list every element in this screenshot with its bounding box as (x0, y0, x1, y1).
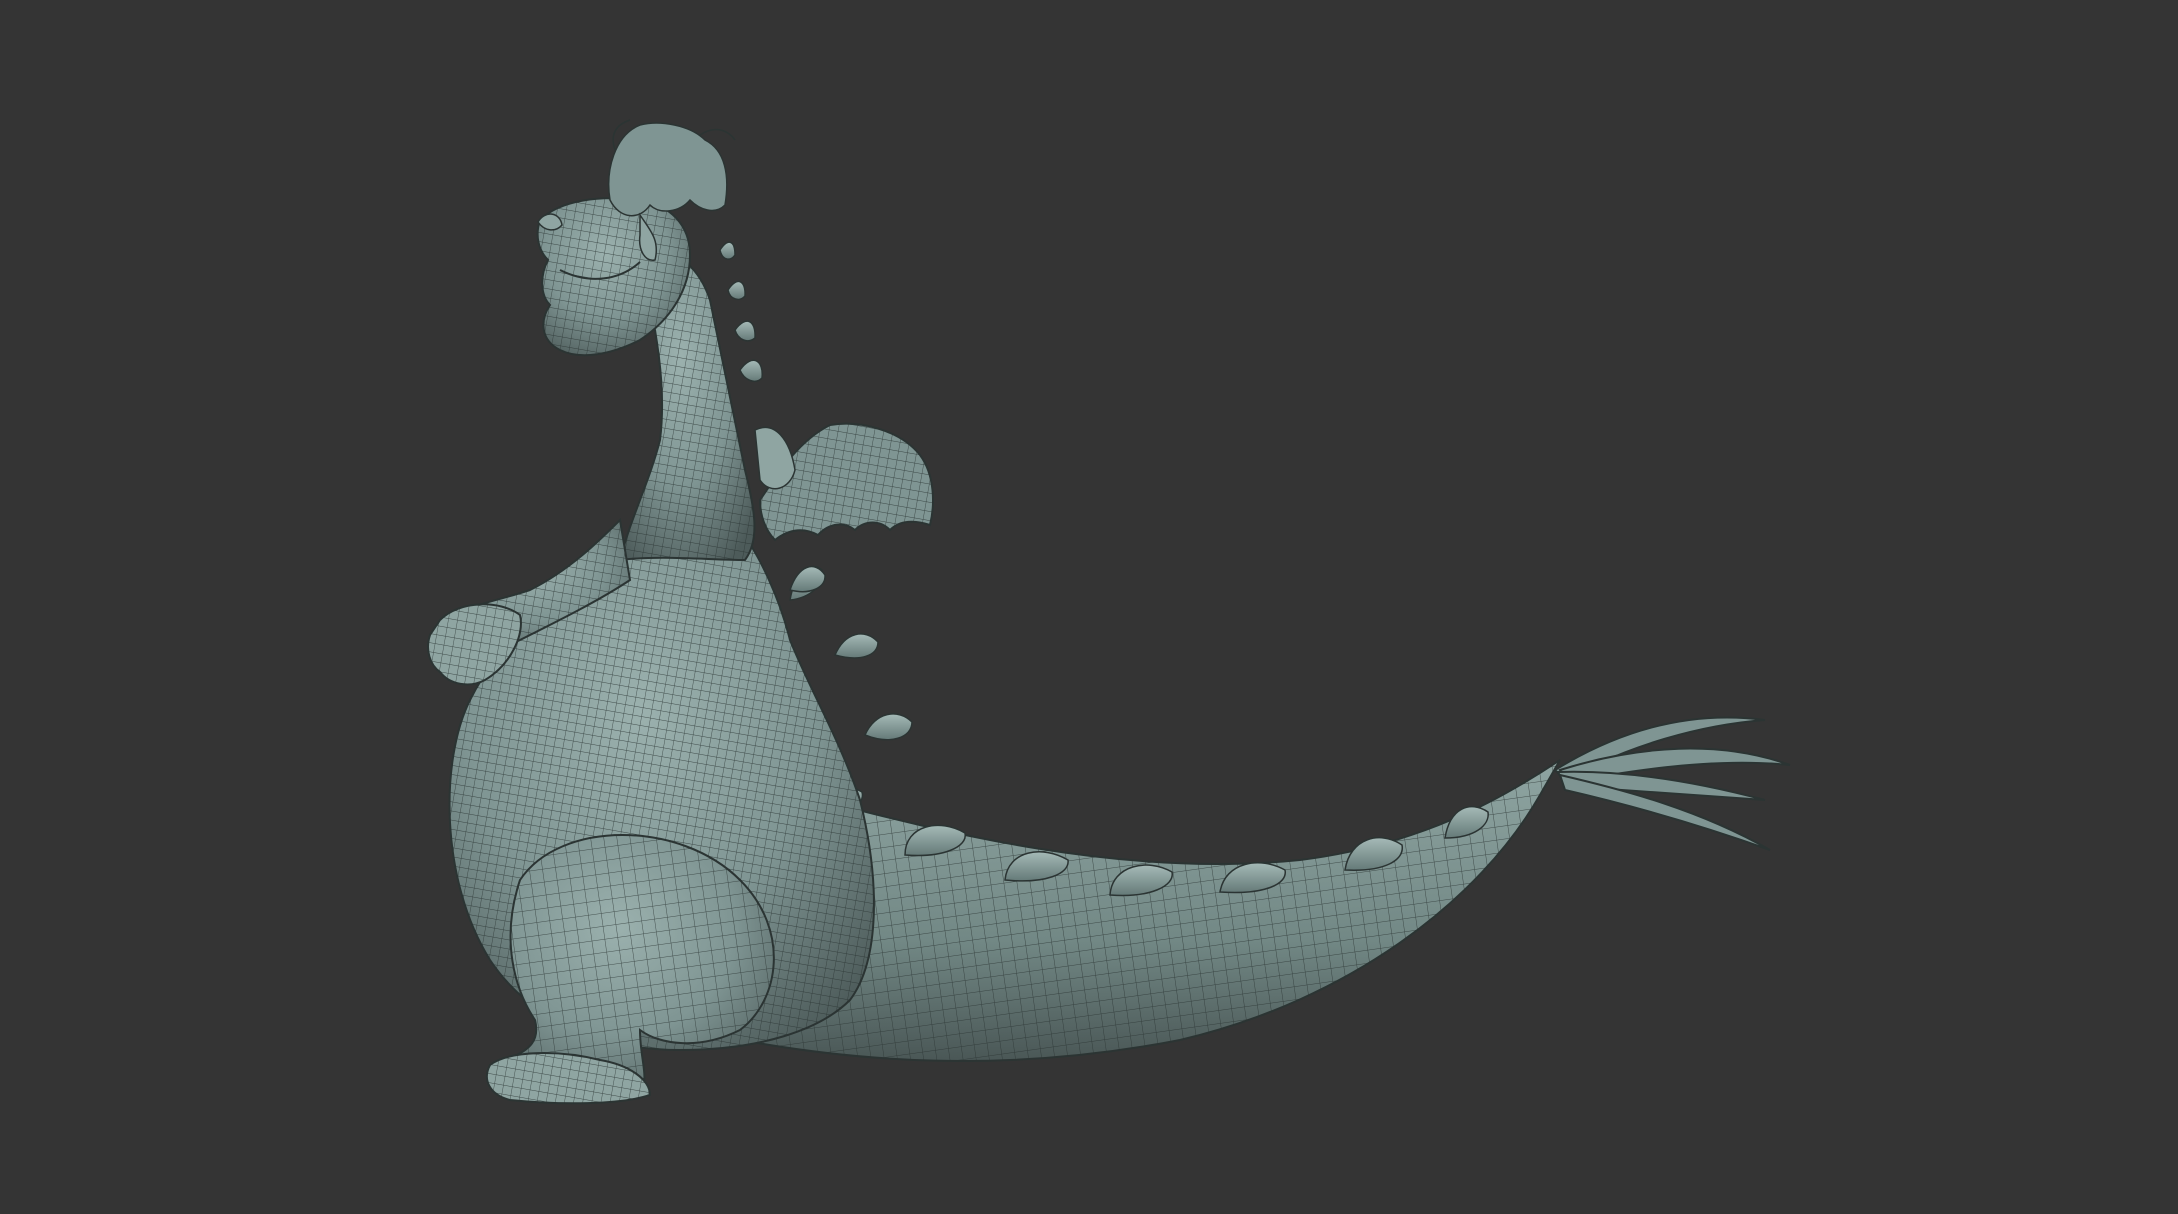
neck-spikes (719, 241, 763, 382)
hair-tuft (608, 119, 736, 217)
neck-head (536, 119, 756, 562)
tail-tuft (1553, 716, 1791, 851)
3d-viewport[interactable] (0, 0, 2178, 1214)
wing (754, 422, 934, 542)
dragon-model (427, 119, 1791, 1105)
